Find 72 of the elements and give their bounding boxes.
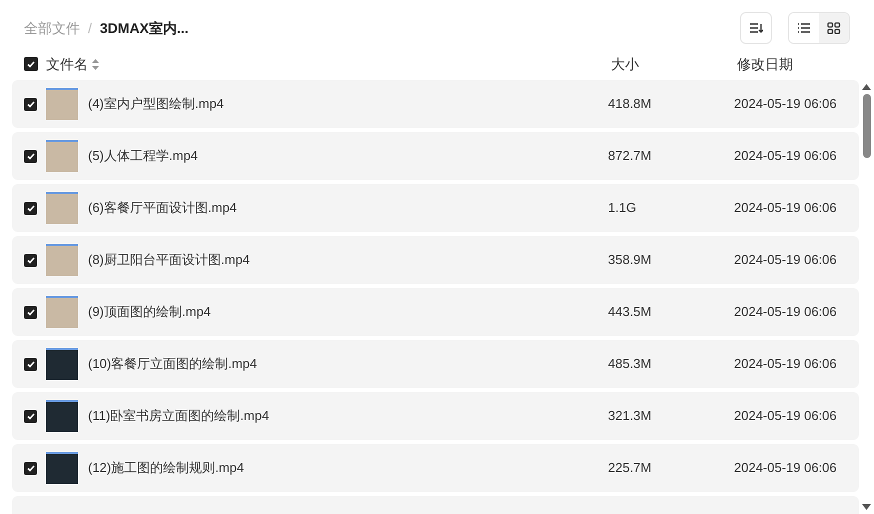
row-checkbox[interactable] <box>24 150 37 162</box>
scroll-up-icon[interactable] <box>862 84 871 90</box>
row-checkbox[interactable] <box>24 462 37 474</box>
checkmark-icon <box>26 256 34 264</box>
modified-date: 2024-05-19 06:06 <box>734 407 837 426</box>
file-size: 321.3M <box>608 407 652 426</box>
video-thumbnail <box>46 192 78 224</box>
video-thumbnail <box>46 140 78 172</box>
video-thumbnail <box>46 88 78 120</box>
video-thumbnail <box>46 452 78 484</box>
file-row[interactable]: (5)人体工程学.mp4 872.7M 2024-05-19 06:06 <box>12 132 859 180</box>
checkmark-icon <box>26 464 34 472</box>
row-checkbox[interactable] <box>24 254 37 266</box>
grid-view-button[interactable] <box>819 13 849 43</box>
row-checkbox[interactable] <box>24 358 37 370</box>
checkmark-icon <box>27 60 35 68</box>
file-row[interactable]: (10)客餐厅立面图的绘制.mp4 485.3M 2024-05-19 06:06 <box>12 340 859 388</box>
file-size: 1.1G <box>608 199 638 218</box>
file-name[interactable]: (8)厨卫阳台平面设计图.mp4 <box>88 250 608 270</box>
file-name[interactable]: (12)施工图的绘制规则.mp4 <box>88 458 608 478</box>
file-size: 418.8M <box>608 95 652 114</box>
file-size: 443.5M <box>608 303 652 322</box>
modified-date: 2024-05-19 06:06 <box>734 251 837 270</box>
sort-icon <box>749 22 763 34</box>
row-checkbox[interactable] <box>24 410 37 422</box>
scrollbar-thumb[interactable] <box>862 94 870 158</box>
file-name[interactable]: (11)卧室书房立面图的绘制.mp4 <box>88 406 608 426</box>
checkmark-icon <box>26 152 34 160</box>
date-column-header: 修改日期 <box>737 54 793 74</box>
checkmark-icon <box>26 308 34 316</box>
file-name[interactable]: (10)客餐厅立面图的绘制.mp4 <box>88 354 608 374</box>
modified-date: 2024-05-19 06:06 <box>734 147 837 166</box>
checkmark-icon <box>26 100 34 108</box>
video-thumbnail <box>46 296 78 328</box>
file-size: 225.7M <box>608 459 652 478</box>
file-row[interactable]: (6)客餐厅平面设计图.mp4 1.1G 2024-05-19 06:06 <box>12 184 859 232</box>
name-column-header[interactable]: 文件名 <box>46 54 88 74</box>
video-thumbnail <box>46 244 78 276</box>
row-checkbox[interactable] <box>24 306 37 318</box>
checkmark-icon <box>26 204 34 212</box>
row-checkbox[interactable] <box>24 98 37 110</box>
current-folder: 3DMAX室内... <box>100 18 189 38</box>
file-size: 358.9M <box>608 251 652 270</box>
file-row[interactable]: (11)卧室书房立面图的绘制.mp4 321.3M 2024-05-19 06:06 <box>12 392 859 440</box>
modified-date: 2024-05-19 06:06 <box>734 355 837 374</box>
modified-date: 2024-05-19 06:06 <box>734 459 837 478</box>
checkmark-icon <box>26 360 34 368</box>
file-name[interactable]: (4)室内户型图绘制.mp4 <box>88 94 608 114</box>
select-all-checkbox[interactable] <box>24 57 38 71</box>
file-row[interactable]: (4)室内户型图绘制.mp4 418.8M 2024-05-19 06:06 <box>12 80 859 128</box>
modified-date: 2024-05-19 06:06 <box>734 303 837 322</box>
file-name[interactable]: (5)人体工程学.mp4 <box>88 146 608 166</box>
video-thumbnail <box>46 400 78 432</box>
video-thumbnail <box>46 348 78 380</box>
checkmark-icon <box>26 412 34 420</box>
file-row[interactable]: (12)施工图的绘制规则.mp4 225.7M 2024-05-19 06:06 <box>12 444 859 492</box>
file-row[interactable]: (8)厨卫阳台平面设计图.mp4 358.9M 2024-05-19 06:06 <box>12 236 859 284</box>
breadcrumb-separator: / <box>88 18 92 38</box>
sort-arrows-icon[interactable] <box>92 58 99 70</box>
file-name[interactable]: (6)客餐厅平面设计图.mp4 <box>88 198 608 218</box>
grid-icon <box>827 22 841 34</box>
file-size: 485.3M <box>608 355 652 374</box>
file-name[interactable]: (9)顶面图的绘制.mp4 <box>88 302 608 322</box>
sort-button[interactable] <box>740 12 772 44</box>
file-row[interactable]: (9)顶面图的绘制.mp4 443.5M 2024-05-19 06:06 <box>12 288 859 336</box>
file-size: 872.7M <box>608 147 652 166</box>
scroll-down-icon[interactable] <box>862 504 871 510</box>
modified-date: 2024-05-19 06:06 <box>734 199 837 218</box>
row-checkbox[interactable] <box>24 202 37 214</box>
modified-date: 2024-05-19 06:06 <box>734 95 837 114</box>
size-column-header: 大小 <box>611 54 640 74</box>
list-icon <box>797 22 811 34</box>
